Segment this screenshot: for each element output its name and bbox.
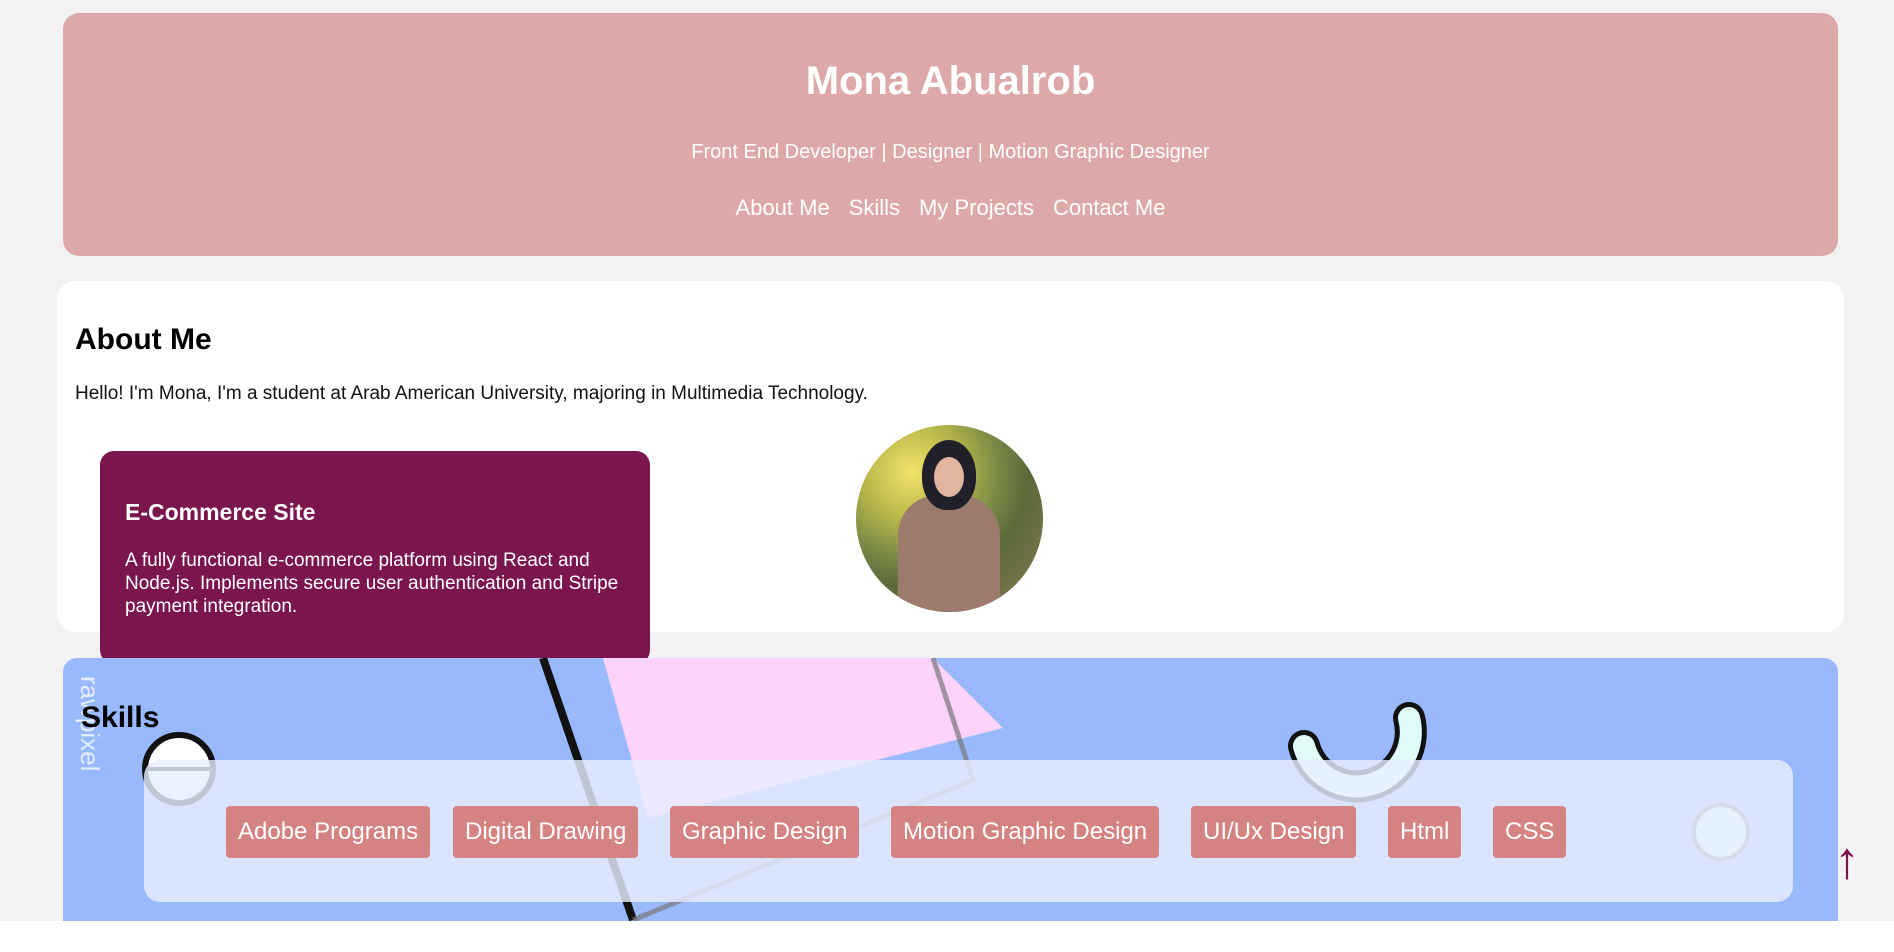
skill-chip-motion[interactable]: Motion Graphic Design <box>891 806 1160 858</box>
project-description: A fully functional e-commerce platform u… <box>125 550 619 617</box>
skills-heading: Skills <box>81 701 160 734</box>
skill-chip-uiux[interactable]: UI/Ux Design <box>1191 806 1357 858</box>
skill-chip-drawing[interactable]: Digital Drawing <box>453 806 639 858</box>
project-card-ecommerce[interactable]: E-Commerce Site A fully functional e-com… <box>100 451 650 664</box>
site-header: Mona Abualrob Front End Developer | Desi… <box>63 13 1838 256</box>
about-text: Hello! I'm Mona, I'm a student at Arab A… <box>75 383 868 404</box>
skill-chip-css[interactable]: CSS <box>1493 806 1567 858</box>
skills-section: rawpixel Skills Adobe Programs Digital D… <box>63 658 1838 921</box>
main-nav: About Me Skills My Projects Contact Me <box>63 195 1838 221</box>
skill-chip-graphic-design[interactable]: Graphic Design <box>670 806 860 858</box>
photo-figure-face <box>934 457 964 497</box>
nav-link-contact[interactable]: Contact Me <box>1053 195 1166 221</box>
project-title: E-Commerce Site <box>125 499 316 525</box>
profile-photo <box>856 425 1043 612</box>
skills-panel: Adobe Programs Digital Drawing Graphic D… <box>144 760 1793 902</box>
site-title: Mona Abualrob <box>805 59 1096 103</box>
tagline: Front End Developer | Designer | Motion … <box>691 141 1210 163</box>
skill-chip-adobe[interactable]: Adobe Programs <box>226 806 431 858</box>
about-heading: About Me <box>75 323 212 356</box>
nav-link-projects[interactable]: My Projects <box>919 195 1034 221</box>
skill-chip-html[interactable]: Html <box>1388 806 1462 858</box>
photo-figure-body <box>898 495 1000 612</box>
nav-link-skills[interactable]: Skills <box>849 195 900 221</box>
nav-link-about[interactable]: About Me <box>736 195 830 221</box>
scroll-to-top-icon[interactable]: ↑ <box>1834 835 1860 887</box>
